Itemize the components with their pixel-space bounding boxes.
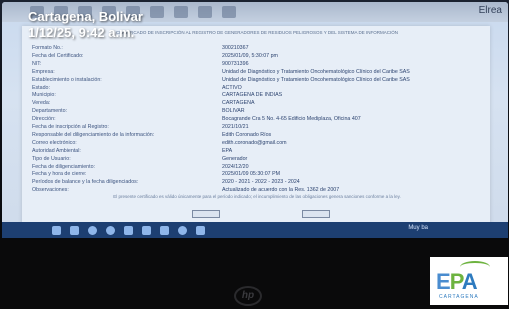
row-value: CARTAGENA xyxy=(222,100,255,107)
row-value: Unidad de Diagnóstico y Tratamiento Onco… xyxy=(222,68,410,75)
row-value: 2021/10/21 xyxy=(222,124,249,130)
row-label: Autoridad Ambiental: xyxy=(32,147,81,154)
document-row: Autoridad Ambiental: EPA xyxy=(32,147,482,155)
start-icon[interactable] xyxy=(52,225,61,235)
photo-location-stamp: Cartagena, Bolivar xyxy=(28,9,143,24)
document-row: Vereda: CARTAGENA xyxy=(32,99,482,107)
row-value: edith.coronado@gmail.com xyxy=(222,139,287,146)
row-label: Estado: xyxy=(32,84,50,91)
close-button[interactable] xyxy=(302,210,330,218)
document-row: NIT: 900731396 xyxy=(32,60,482,68)
print-button[interactable] xyxy=(192,210,220,218)
document-row: Responsable del diligenciamiento de la i… xyxy=(32,131,482,139)
store-icon[interactable] xyxy=(142,225,151,235)
row-label: Establecimiento o instalación: xyxy=(32,76,102,83)
chrome-icon[interactable] xyxy=(106,225,115,235)
document-row: Correo electrónico: edith.coronado@gmail.… xyxy=(32,139,482,147)
row-label: Observaciones: xyxy=(32,187,69,194)
explorer-icon[interactable] xyxy=(124,225,133,235)
document-row: Dirección: Bocagrande Cra 5 No. 4-65 Edif… xyxy=(32,115,482,123)
row-value: EPA xyxy=(222,147,233,154)
epa-letters: EPA xyxy=(436,269,478,294)
row-label: Departamento: xyxy=(32,108,68,115)
row-value: Unidad de Diagnóstico y Tratamiento Onco… xyxy=(222,76,410,83)
row-value: ACTIVO xyxy=(222,84,242,91)
document-row: Fecha y hora de cierre: 2025/01/09 05:30:… xyxy=(32,170,482,178)
system-tray-text[interactable]: Muy ba xyxy=(408,225,428,231)
row-value: 2024/12/20 xyxy=(222,163,249,170)
row-label: Tipo de Usuario: xyxy=(32,155,71,162)
laptop-screen: Elrea CERTIFICADO DE INSCRIPCIÓN AL REGI… xyxy=(2,2,508,238)
document-row: Tipo de Usuario: Generador xyxy=(32,155,482,163)
document-row: Formato No.: 300210367 xyxy=(32,44,482,52)
row-value: Edith Coronado Ríos xyxy=(222,131,272,138)
search-icon[interactable] xyxy=(70,225,79,235)
word-icon[interactable] xyxy=(196,225,205,235)
epa-cartagena-logo: EPA CARTAGENA xyxy=(430,257,508,305)
toolbar-right-label[interactable]: Elrea xyxy=(479,5,502,16)
row-label: Fecha del Certificado: xyxy=(32,52,84,59)
row-label: Fecha de diligenciamiento: xyxy=(32,163,96,170)
document-row: Establecimiento o instalación: Unidad de … xyxy=(32,76,482,84)
row-value: 2020 - 2021 - 2022 - 2023 - 2024 xyxy=(222,179,300,186)
bookmark-icon[interactable] xyxy=(222,6,236,18)
row-label: Períodos de balance y la fecha diligenci… xyxy=(32,179,139,186)
hp-logo: hp xyxy=(234,286,262,306)
row-value: 2025/01/09, 5:30:07 pm xyxy=(222,52,278,59)
edge-icon[interactable] xyxy=(88,225,97,235)
windows-taskbar: Muy ba xyxy=(2,222,508,238)
row-label: Formato No.: xyxy=(32,45,63,51)
document-row: Observaciones: Actualizado de acuerdo con… xyxy=(32,186,482,194)
row-label: Fecha de inscripción al Registro: xyxy=(32,124,109,130)
row-label: Dirección: xyxy=(32,116,56,123)
row-label: NIT: xyxy=(32,60,42,67)
document-row: Empresa: Unidad de Diagnóstico y Tratamie… xyxy=(32,68,482,76)
mail-icon[interactable] xyxy=(160,225,169,235)
row-label: Fecha y hora de cierre: xyxy=(32,171,87,178)
document-row: Fecha de diligenciamiento: 2024/12/20 xyxy=(32,163,482,171)
document-row: Municipio: CARTAGENA DE INDIAS xyxy=(32,91,482,99)
app-icon[interactable] xyxy=(178,225,187,235)
save-icon[interactable] xyxy=(150,6,164,18)
row-value: Bocagrande Cra 5 No. 4-65 Edificio Medip… xyxy=(222,116,361,123)
row-label: Empresa: xyxy=(32,68,55,75)
row-value: 300210367 xyxy=(222,45,249,51)
document-row: Períodos de balance y la fecha diligenci… xyxy=(32,178,482,186)
row-value: BOLIVAR xyxy=(222,108,245,115)
row-label: Municipio: xyxy=(32,92,56,99)
share-icon[interactable] xyxy=(198,6,212,18)
row-value: Actualizado de acuerdo con la Res. 1362 … xyxy=(222,187,340,194)
row-label: Vereda: xyxy=(32,100,51,107)
row-label: Correo electrónico: xyxy=(32,139,77,146)
epa-subtitle: CARTAGENA xyxy=(439,294,479,300)
certificate-document: CERTIFICADO DE INSCRIPCIÓN AL REGISTRO D… xyxy=(22,26,490,226)
document-row: Estado: ACTIVO xyxy=(32,84,482,92)
photo-datetime-stamp: 1/12/25, 9:42 a.m. xyxy=(28,25,135,40)
document-row: Departamento: BOLIVAR xyxy=(32,107,482,115)
row-value: 900731396 xyxy=(222,60,249,67)
document-row: Fecha del Certificado: 2025/01/09, 5:30:0… xyxy=(32,52,482,60)
row-value: Generador xyxy=(222,155,248,162)
row-label: Responsable del diligenciamiento de la i… xyxy=(32,131,155,138)
zoom-icon[interactable] xyxy=(174,6,188,18)
document-footnote: El presente certificado es válido únicam… xyxy=(113,194,401,199)
row-value: CARTAGENA DE INDIAS xyxy=(222,92,283,99)
document-row: Fecha de inscripción al Registro: 2021/10… xyxy=(32,123,482,131)
row-value: 2025/01/09 05:30:07 PM xyxy=(222,171,281,178)
